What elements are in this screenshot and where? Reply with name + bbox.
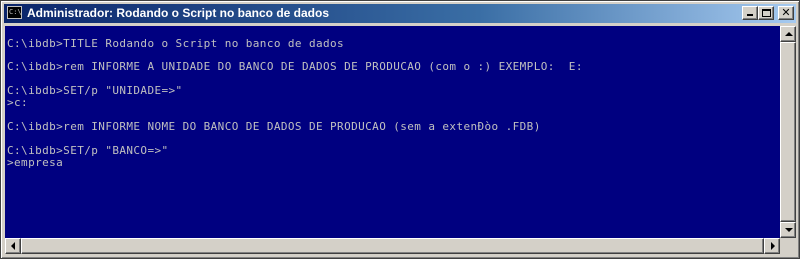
arrow-down-icon	[785, 228, 793, 232]
close-icon: ✕	[781, 6, 791, 19]
maximize-button[interactable]	[758, 6, 774, 20]
maximize-icon	[762, 9, 771, 17]
console-line: C:\ibdb>rem INFORME A UNIDADE DO BANCO D…	[7, 60, 583, 73]
horizontal-scrollbar[interactable]	[5, 238, 780, 254]
console-line: C:\ibdb>rem INFORME NOME DO BANCO DE DAD…	[7, 120, 541, 133]
scrollbar-corner	[780, 238, 796, 254]
cmd-app-icon[interactable]: C:\.	[7, 6, 22, 19]
console-output[interactable]: C:\ibdb>TITLE Rodando o Script no banco …	[5, 26, 780, 238]
title-bar[interactable]: C:\. Administrador: Rodando o Script no …	[4, 4, 796, 23]
arrow-right-icon	[771, 242, 775, 250]
console-line: C:\ibdb>TITLE Rodando o Script no banco …	[7, 37, 345, 50]
console-line: >c:	[7, 96, 29, 109]
console-window: C:\. Administrador: Rodando o Script no …	[0, 0, 800, 259]
scroll-up-button[interactable]	[780, 26, 796, 42]
arrow-up-icon	[785, 32, 793, 36]
scroll-right-button[interactable]	[764, 238, 780, 254]
scroll-down-button[interactable]	[780, 222, 796, 238]
arrow-left-icon	[11, 242, 15, 250]
scroll-left-button[interactable]	[5, 238, 21, 254]
horizontal-scroll-thumb[interactable]	[21, 238, 764, 254]
console-line: >empresa	[7, 156, 64, 169]
vertical-scroll-thumb[interactable]	[780, 42, 796, 222]
window-title: Administrador: Rodando o Script no banco…	[27, 6, 330, 20]
close-button[interactable]: ✕	[778, 6, 794, 20]
vertical-scrollbar[interactable]	[780, 26, 796, 238]
minimize-icon	[747, 14, 753, 16]
console-line: C:\ibdb>SET/p "UNIDADE=>"	[7, 84, 183, 97]
minimize-button[interactable]	[742, 6, 758, 20]
